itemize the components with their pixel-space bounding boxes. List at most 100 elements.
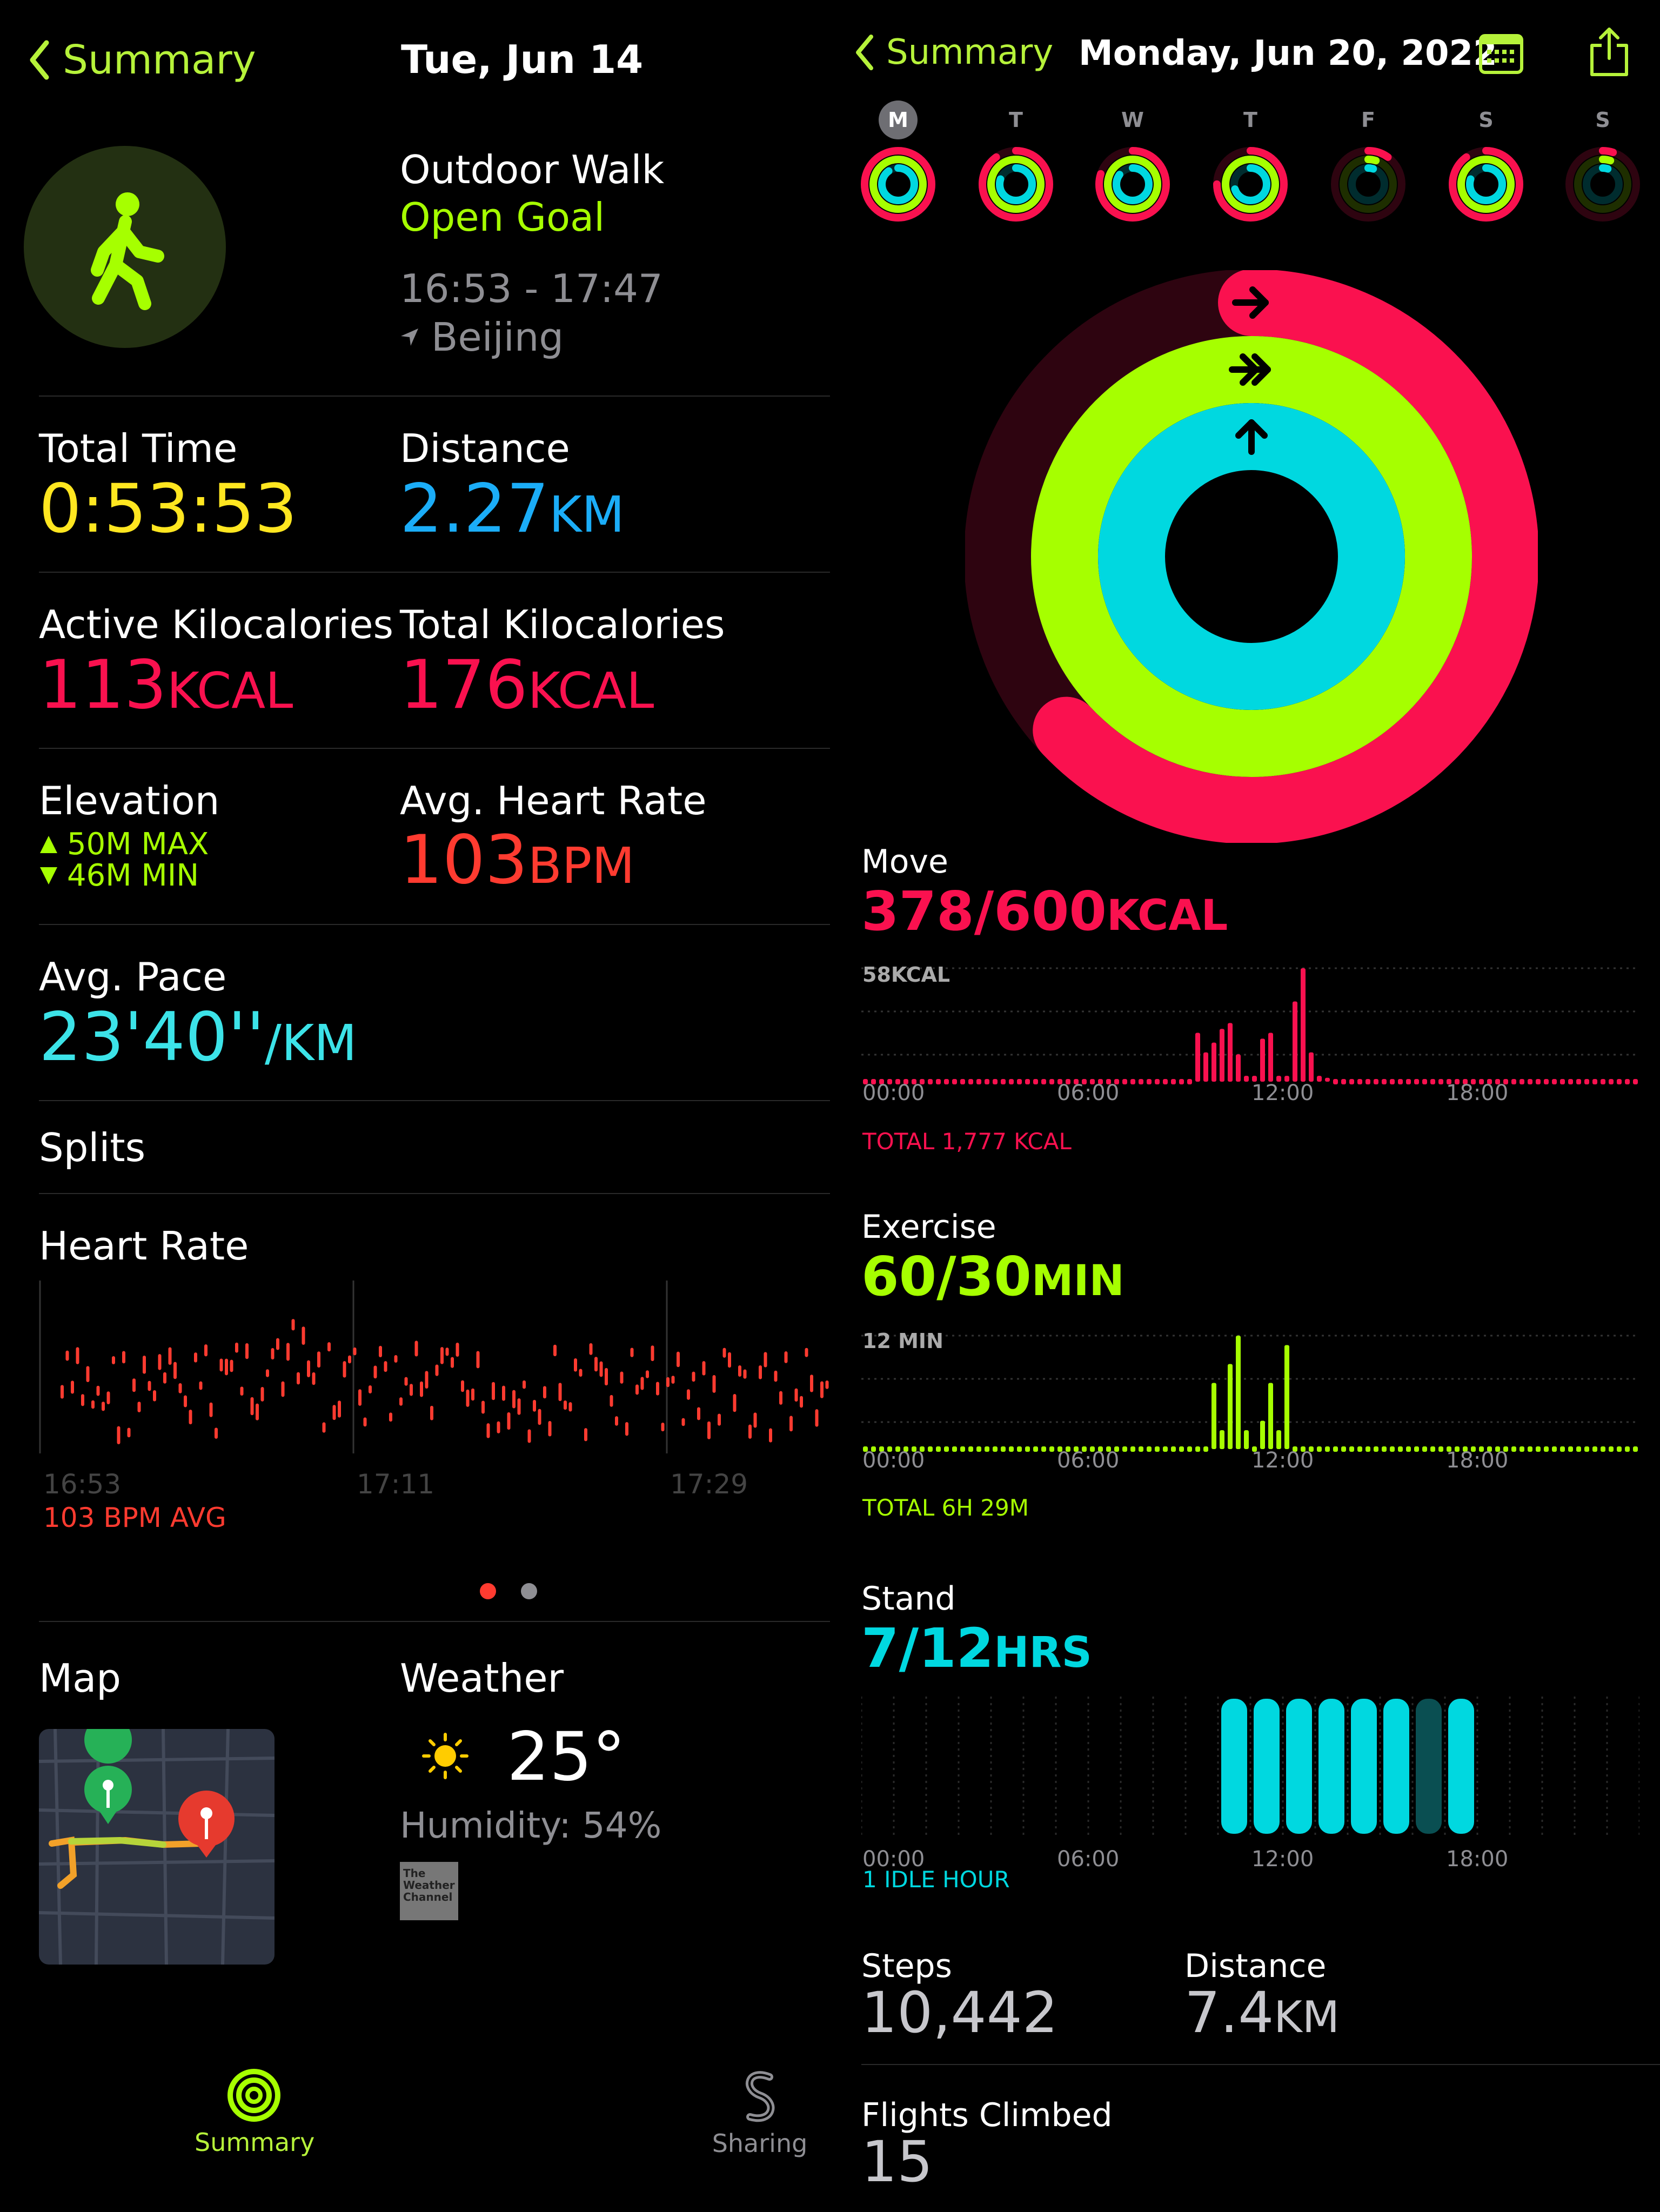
tab-sharing[interactable]: Sharing xyxy=(700,2067,819,2158)
week-day-0[interactable]: M xyxy=(879,100,918,139)
page-dot-active[interactable] xyxy=(480,1583,496,1599)
hr-sample xyxy=(523,1380,526,1389)
bar-slot-61 xyxy=(1357,1446,1362,1452)
week-day-rings-1[interactable] xyxy=(975,144,1056,225)
hr-sample xyxy=(240,1386,244,1396)
bar-slot-93 xyxy=(1617,1079,1622,1084)
bar-slot-13 xyxy=(968,1079,973,1084)
hr-sample xyxy=(564,1400,567,1410)
stand-hour-14 xyxy=(1318,1699,1344,1834)
stand-hour-18 xyxy=(1448,1699,1474,1834)
right-distance-value: 7.4KM xyxy=(1184,1980,1340,2046)
bar-slot-61 xyxy=(1357,1079,1362,1084)
tab-summary[interactable]: Summary xyxy=(195,2067,314,2157)
week-day-rings-3[interactable] xyxy=(1210,144,1291,225)
week-day-4[interactable]: F xyxy=(1349,100,1388,139)
hr-sample xyxy=(153,1390,156,1402)
week-day-rings-5[interactable] xyxy=(1445,144,1527,225)
hr-sample xyxy=(630,1348,634,1357)
sun-icon xyxy=(422,1733,468,1779)
week-day-rings-6[interactable] xyxy=(1562,144,1643,225)
back-button[interactable]: Summary xyxy=(28,37,256,83)
hr-sample xyxy=(605,1368,608,1386)
back-button-right[interactable]: Summary xyxy=(855,32,1053,72)
weather-channel-logo: The Weather Channel xyxy=(400,1862,458,1920)
hr-sample xyxy=(492,1382,495,1400)
workout-goal: Open Goal xyxy=(400,195,605,240)
page-dot[interactable] xyxy=(521,1583,537,1599)
hr-sample xyxy=(651,1345,654,1362)
bar-slot-16 xyxy=(993,1446,998,1452)
bar-slot-69 xyxy=(1422,1446,1427,1452)
hr-sample xyxy=(189,1410,192,1425)
hr-sample xyxy=(615,1416,618,1426)
week-day-2[interactable]: W xyxy=(1113,100,1152,139)
avg-pace-value: 23'40''/KM xyxy=(39,998,357,1076)
hr-sample xyxy=(137,1402,141,1412)
bar-slot-54 xyxy=(1301,968,1306,1082)
bar-slot-10 xyxy=(944,1446,949,1452)
hr-sample xyxy=(96,1385,100,1396)
bar-slot-46 xyxy=(1236,1336,1241,1449)
hr-sample xyxy=(178,1383,182,1393)
hr-sample xyxy=(507,1412,511,1430)
hr-sample xyxy=(271,1348,275,1360)
hr-sample xyxy=(512,1390,516,1409)
week-day-rings-2[interactable] xyxy=(1092,144,1173,225)
bar-slot-52 xyxy=(1284,1345,1289,1449)
workout-location: Beijing xyxy=(400,314,564,360)
hr-sample xyxy=(486,1423,490,1438)
bar-slot-10 xyxy=(944,1079,949,1084)
bar-slot-15 xyxy=(985,1446,989,1452)
hr-sample xyxy=(707,1421,711,1439)
total-time-label: Total Time xyxy=(39,426,238,471)
stand-hour-15 xyxy=(1351,1699,1377,1834)
hr-sample xyxy=(163,1372,166,1384)
calendar-icon[interactable] xyxy=(1478,31,1524,75)
hr-sample xyxy=(184,1395,187,1407)
share-icon[interactable] xyxy=(1587,26,1632,78)
x-tick-1: 06:00 xyxy=(1057,1081,1119,1102)
move-label: Move xyxy=(861,843,948,881)
week-day-6[interactable]: S xyxy=(1583,100,1622,139)
route-map[interactable] xyxy=(39,1729,275,1965)
hr-sample xyxy=(456,1343,459,1357)
hr-sample xyxy=(358,1389,362,1406)
hr-sample xyxy=(677,1351,680,1368)
bar-slot-21 xyxy=(1033,1446,1038,1452)
bar-slot-88 xyxy=(1576,1079,1581,1084)
bar-slot-43 xyxy=(1211,1383,1216,1449)
hr-sample xyxy=(143,1355,146,1374)
hr-sample xyxy=(779,1391,782,1405)
bar-slot-90 xyxy=(1592,1079,1597,1084)
bar-slot-35 xyxy=(1147,1446,1152,1452)
hr-sample xyxy=(250,1397,254,1416)
hr-sample xyxy=(102,1402,105,1411)
distance-value: 2.27KM xyxy=(400,470,625,548)
week-day-3[interactable]: T xyxy=(1231,100,1270,139)
bar-slot-51 xyxy=(1276,1430,1281,1449)
hr-sample xyxy=(625,1422,628,1436)
bar-slot-60 xyxy=(1349,1079,1354,1084)
bar-slot-44 xyxy=(1220,1430,1224,1449)
hr-sample xyxy=(753,1412,757,1428)
bar-slot-42 xyxy=(1203,1446,1208,1452)
week-day-rings-0[interactable] xyxy=(858,144,939,225)
bar-slot-84 xyxy=(1544,1446,1549,1452)
avg-pace-label: Avg. Pace xyxy=(39,954,227,1000)
hr-sample xyxy=(502,1385,505,1401)
hr-tick-1: 17:11 xyxy=(357,1469,435,1500)
bar-slot-70 xyxy=(1430,1446,1435,1452)
bar-slot-94 xyxy=(1625,1446,1630,1452)
week-day-rings-4[interactable] xyxy=(1328,144,1409,225)
week-day-5[interactable]: S xyxy=(1467,100,1505,139)
hr-sample xyxy=(692,1371,695,1382)
bar-slot-11 xyxy=(952,1446,957,1452)
bar-slot-12 xyxy=(960,1079,965,1084)
hr-sample xyxy=(810,1375,813,1392)
splits-row[interactable]: Splits xyxy=(39,1125,145,1170)
hr-sample xyxy=(748,1424,752,1439)
week-day-1[interactable]: T xyxy=(996,100,1035,139)
hr-sample xyxy=(769,1428,772,1443)
bar-slot-8 xyxy=(928,1446,933,1452)
